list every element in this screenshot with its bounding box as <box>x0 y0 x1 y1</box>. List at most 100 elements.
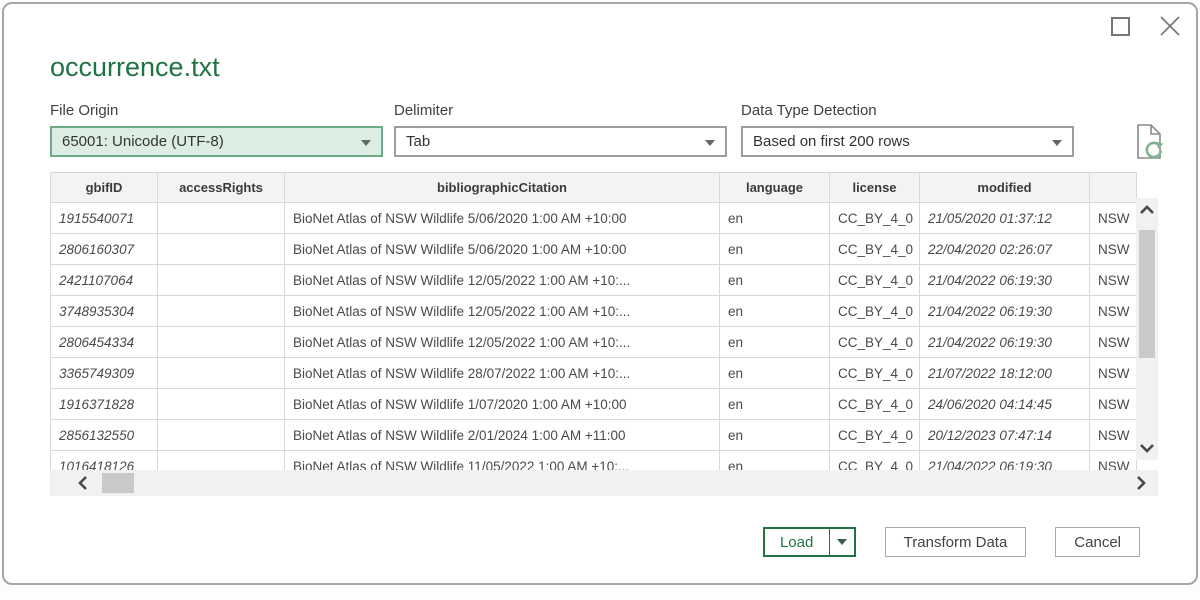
delimiter-value: Tab <box>406 133 699 150</box>
table-cell: 21/04/2022 06:19:30 <box>920 296 1090 327</box>
vertical-scrollbar[interactable] <box>1136 198 1158 460</box>
horizontal-scrollbar-thumb[interactable] <box>102 473 134 493</box>
delimiter-label: Delimiter <box>394 102 453 119</box>
table-cell: en <box>720 389 830 420</box>
table-cell: NSW <box>1090 358 1137 389</box>
table-row: 1915540071BioNet Atlas of NSW Wildlife 5… <box>51 203 1137 234</box>
table-cell: 20/12/2023 07:47:14 <box>920 420 1090 451</box>
chevron-down-icon <box>361 133 371 150</box>
table-cell: BioNet Atlas of NSW Wildlife 12/05/2022 … <box>285 265 720 296</box>
table-cell: 21/07/2022 18:12:00 <box>920 358 1090 389</box>
column-header: gbifID <box>51 173 158 203</box>
scroll-up-icon[interactable] <box>1136 200 1158 220</box>
file-origin-label: File Origin <box>50 102 118 119</box>
table-cell: CC_BY_4_0 <box>830 420 920 451</box>
table-cell: en <box>720 203 830 234</box>
scroll-right-icon[interactable] <box>1128 470 1154 496</box>
close-icon[interactable] <box>1158 14 1182 38</box>
load-split-button: Load <box>763 527 856 557</box>
table-cell: 22/04/2020 02:26:07 <box>920 234 1090 265</box>
table-cell: 2806160307 <box>51 234 158 265</box>
table-cell: CC_BY_4_0 <box>830 234 920 265</box>
scroll-down-icon[interactable] <box>1136 438 1158 458</box>
table-cell: CC_BY_4_0 <box>830 358 920 389</box>
table-cell: 24/06/2020 04:14:45 <box>920 389 1090 420</box>
table-header-row: gbifIDaccessRightsbibliographicCitationl… <box>51 173 1137 203</box>
delimiter-select[interactable]: Tab <box>394 126 727 157</box>
table-cell <box>158 296 285 327</box>
table-cell: CC_BY_4_0 <box>830 389 920 420</box>
table-cell: BioNet Atlas of NSW Wildlife 2/01/2024 1… <box>285 420 720 451</box>
maximize-icon[interactable] <box>1111 17 1130 36</box>
column-header: bibliographicCitation <box>285 173 720 203</box>
table-cell: 2421107064 <box>51 265 158 296</box>
table-cell: NSW <box>1090 420 1137 451</box>
table-cell: CC_BY_4_0 <box>830 265 920 296</box>
table-cell: en <box>720 358 830 389</box>
load-dropdown-button[interactable] <box>829 529 854 555</box>
table-cell: 1916371828 <box>51 389 158 420</box>
table-cell: 1915540071 <box>51 203 158 234</box>
page-title: occurrence.txt <box>50 52 220 83</box>
refresh-preview-icon[interactable] <box>1130 122 1168 162</box>
table-cell: 21/04/2022 06:19:30 <box>920 451 1090 471</box>
horizontal-scrollbar[interactable] <box>50 470 1158 496</box>
table-cell <box>158 327 285 358</box>
import-dialog: occurrence.txt File Origin Delimiter Dat… <box>2 2 1198 585</box>
data-type-detection-select[interactable]: Based on first 200 rows <box>741 126 1074 157</box>
table-cell: en <box>720 420 830 451</box>
table-row: 3365749309BioNet Atlas of NSW Wildlife 2… <box>51 358 1137 389</box>
column-header: license <box>830 173 920 203</box>
chevron-down-icon <box>1052 133 1062 150</box>
data-preview-table: gbifIDaccessRightsbibliographicCitationl… <box>50 172 1158 470</box>
table-cell: 2856132550 <box>51 420 158 451</box>
column-header: modified <box>920 173 1090 203</box>
table-cell: BioNet Atlas of NSW Wildlife 12/05/2022 … <box>285 327 720 358</box>
table-cell: NSW <box>1090 296 1137 327</box>
table-cell <box>158 389 285 420</box>
table-cell: CC_BY_4_0 <box>830 327 920 358</box>
table-cell <box>158 234 285 265</box>
table-cell: BioNet Atlas of NSW Wildlife 11/05/2022 … <box>285 451 720 471</box>
table-cell <box>158 451 285 471</box>
data-type-detection-label: Data Type Detection <box>741 102 877 119</box>
table-cell: CC_BY_4_0 <box>830 451 920 471</box>
table-cell: 2806454334 <box>51 327 158 358</box>
table-cell: en <box>720 265 830 296</box>
table-cell: NSW <box>1090 234 1137 265</box>
table-cell: 3365749309 <box>51 358 158 389</box>
table-cell: 21/04/2022 06:19:30 <box>920 327 1090 358</box>
table-cell: 21/04/2022 06:19:30 <box>920 265 1090 296</box>
table-cell: 21/05/2020 01:37:12 <box>920 203 1090 234</box>
column-header: language <box>720 173 830 203</box>
table-row: 1916371828BioNet Atlas of NSW Wildlife 1… <box>51 389 1137 420</box>
table-cell: NSW <box>1090 389 1137 420</box>
table-row: 2856132550 BioNet Atlas of NSW Wildlife 2… <box>51 420 1137 451</box>
table-cell: en <box>720 451 830 471</box>
table-row: 1016418126 BioNet Atlas of NSW Wildlife 1… <box>51 451 1137 471</box>
data-type-detection-value: Based on first 200 rows <box>753 133 1046 150</box>
cancel-button[interactable]: Cancel <box>1055 527 1140 557</box>
table-cell: en <box>720 296 830 327</box>
table-cell: NSW <box>1090 327 1137 358</box>
table-cell: CC_BY_4_0 <box>830 296 920 327</box>
vertical-scrollbar-thumb[interactable] <box>1139 230 1155 358</box>
transform-data-button[interactable]: Transform Data <box>885 527 1027 557</box>
table-cell: NSW <box>1090 203 1137 234</box>
table-cell: CC_BY_4_0 <box>830 203 920 234</box>
table-cell: NSW <box>1090 451 1137 471</box>
column-header: accessRights <box>158 173 285 203</box>
scroll-left-icon[interactable] <box>70 470 96 496</box>
file-origin-value: 65001: Unicode (UTF-8) <box>62 133 355 150</box>
column-header <box>1090 173 1137 203</box>
table-row: 3748935304BioNet Atlas of NSW Wildlife 1… <box>51 296 1137 327</box>
load-button[interactable]: Load <box>765 529 829 555</box>
table-row: 2421107064 BioNet Atlas of NSW Wildlife 1… <box>51 265 1137 296</box>
footer-actions: Load Transform Data Cancel <box>4 527 1140 557</box>
table-cell <box>158 358 285 389</box>
table-cell <box>158 420 285 451</box>
table-cell: 1016418126 <box>51 451 158 471</box>
window-controls <box>1111 14 1182 38</box>
file-origin-select[interactable]: 65001: Unicode (UTF-8) <box>50 126 383 157</box>
table-cell: BioNet Atlas of NSW Wildlife 5/06/2020 1… <box>285 234 720 265</box>
